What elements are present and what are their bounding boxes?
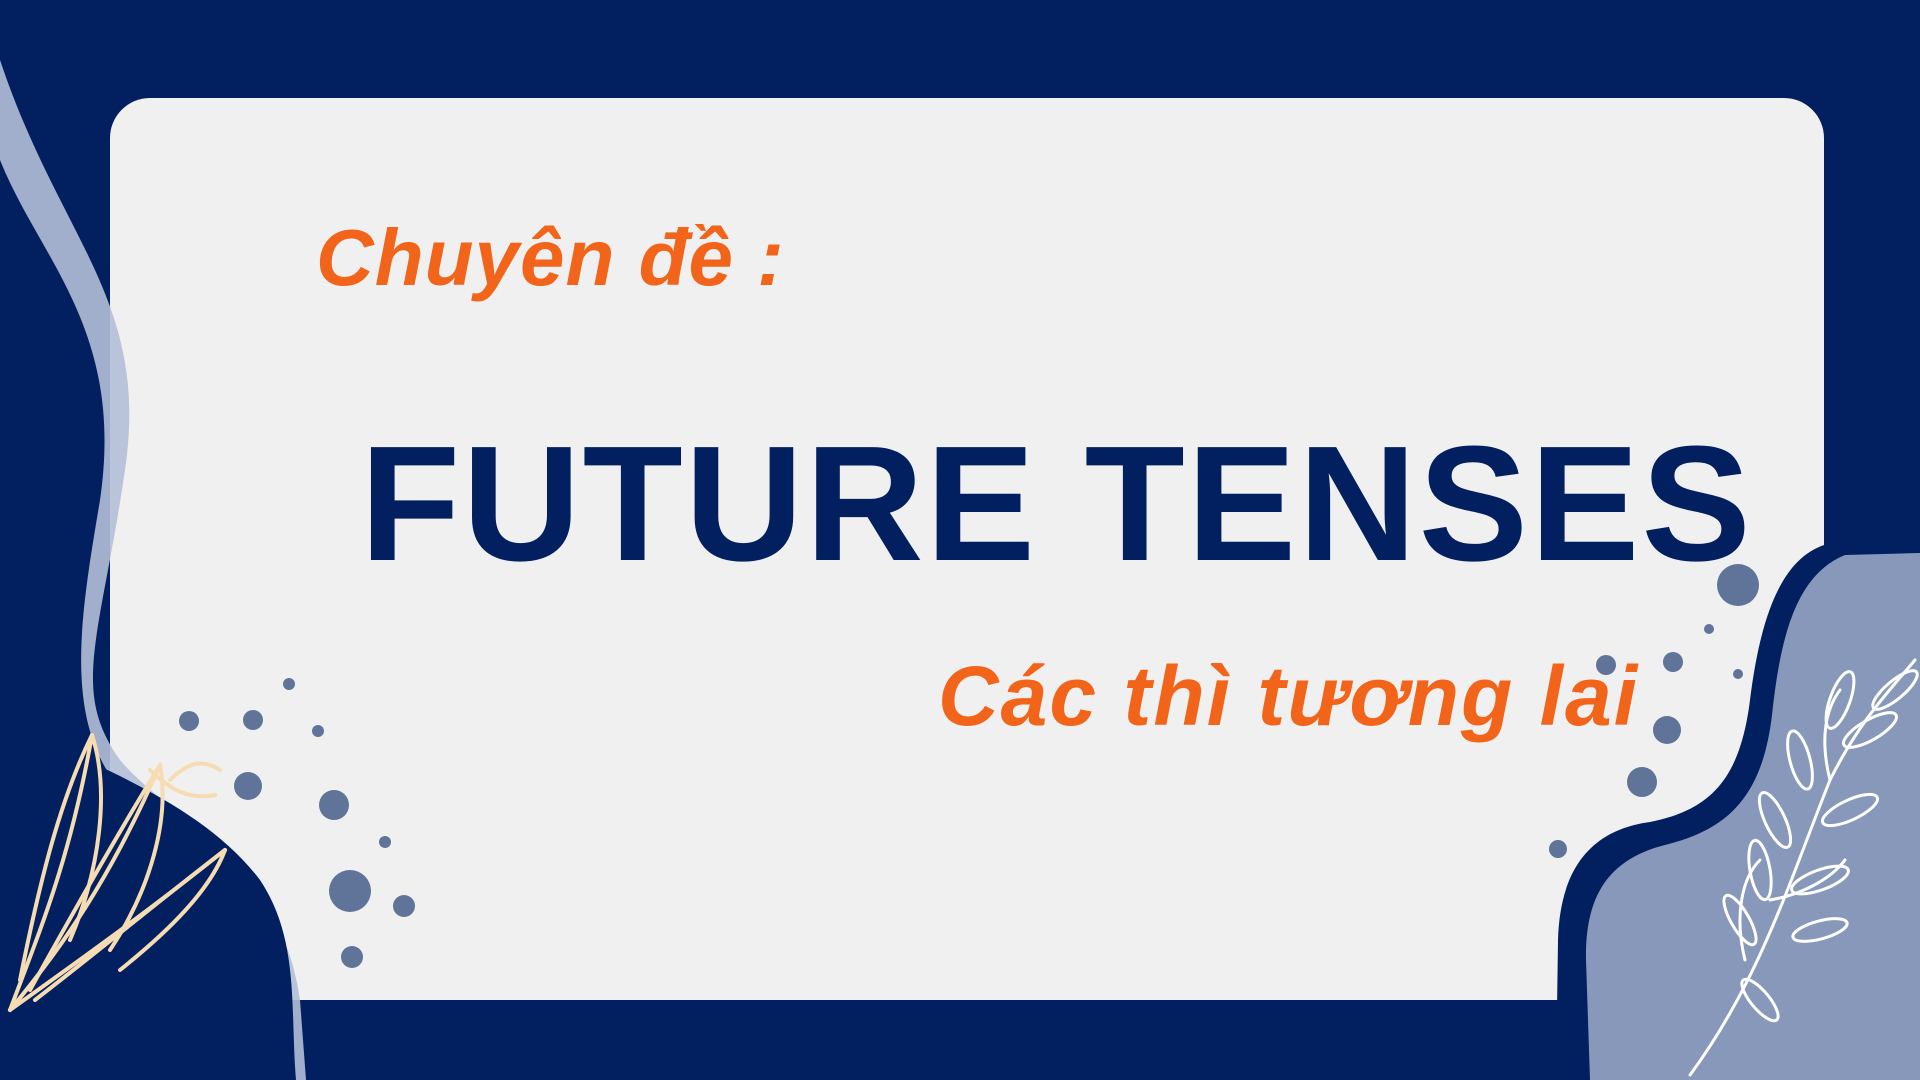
slide-caption: Các thì tương lai bbox=[938, 649, 1640, 743]
slide-subtitle: Chuyên đề : bbox=[316, 213, 785, 302]
slide-title: FUTURE TENSES bbox=[360, 412, 1753, 595]
